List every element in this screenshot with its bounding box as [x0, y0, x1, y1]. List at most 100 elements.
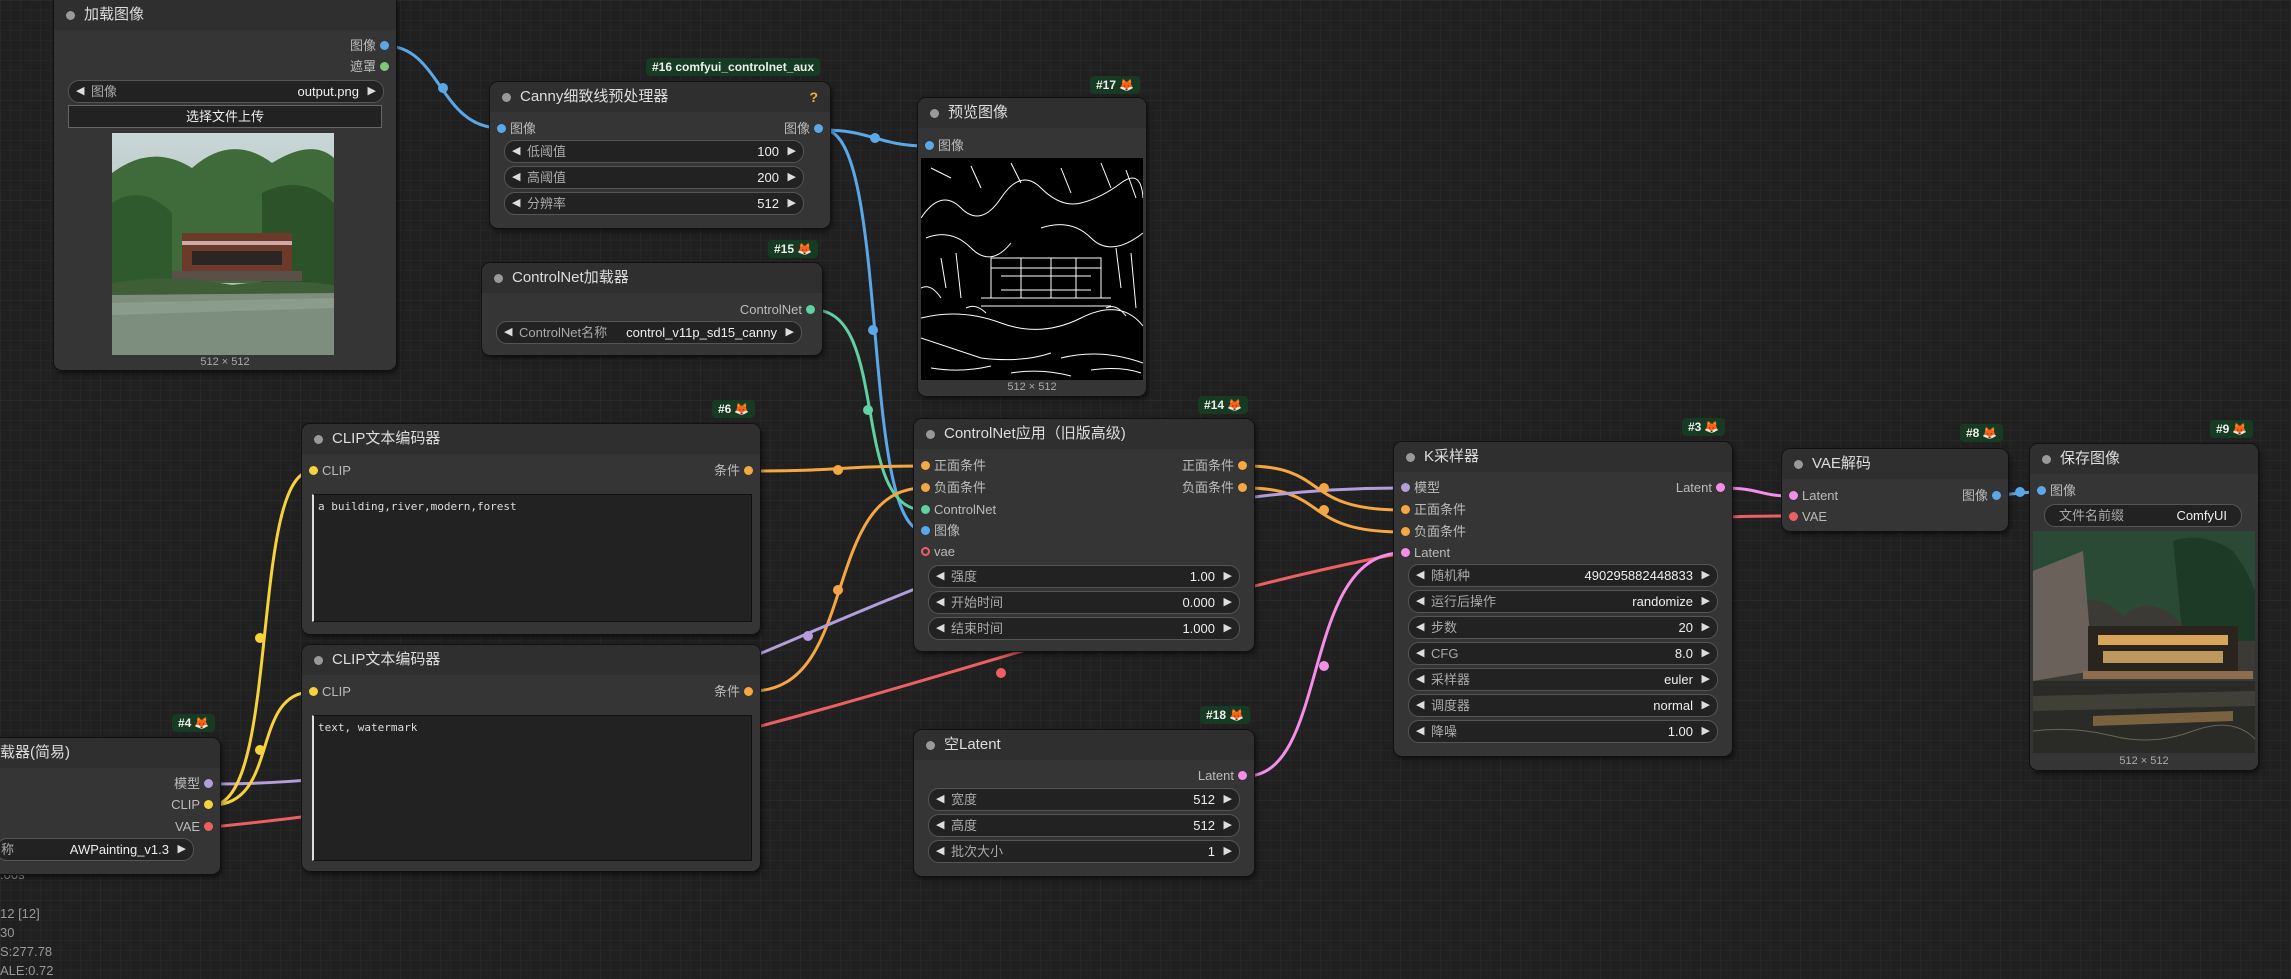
input-negative[interactable]: 负面条件 [914, 479, 986, 497]
socket-icon[interactable] [1716, 483, 1725, 492]
save-image-node[interactable]: 保存图像 图像 文件名前缀 ComfyUI 512 × 512 [2030, 444, 2258, 770]
socket-icon[interactable] [204, 779, 213, 788]
input-image[interactable]: 图像 [914, 522, 960, 540]
socket-icon[interactable] [814, 124, 823, 133]
arrow-left-icon[interactable]: ◀ [936, 618, 944, 639]
collapse-dot-icon[interactable] [314, 435, 323, 444]
node-title[interactable]: Canny细致线预处理器? [490, 82, 830, 112]
output-latent[interactable]: Latent [1198, 767, 1254, 785]
arrow-right-icon[interactable]: ▶ [1702, 617, 1710, 638]
arrow-left-icon[interactable]: ◀ [1416, 643, 1424, 664]
ksampler-node[interactable]: K采样器 模型 正面条件 负面条件 Latent Latent ◀ 随机种 4902… [1394, 442, 1732, 756]
start-percent-widget[interactable]: ◀ 开始时间 0.000 ▶ [928, 591, 1240, 614]
collapse-dot-icon[interactable] [494, 274, 503, 283]
seed-widget[interactable]: ◀ 随机种 490295882448833 ▶ [1408, 564, 1718, 587]
socket-icon[interactable] [1401, 548, 1410, 557]
socket-icon[interactable] [1238, 483, 1247, 492]
collapse-dot-icon[interactable] [66, 11, 75, 20]
arrow-left-icon[interactable]: ◀ [1416, 591, 1424, 612]
collapse-dot-icon[interactable] [930, 109, 939, 118]
arrow-right-icon[interactable]: ▶ [1702, 643, 1710, 664]
socket-icon[interactable] [204, 822, 213, 831]
socket-icon[interactable] [1789, 512, 1798, 521]
controlnet-name-widget[interactable]: ◀ ControlNet名称 control_v11p_sd15_canny ▶ [496, 321, 802, 344]
input-clip[interactable]: CLIP [302, 462, 351, 480]
batch-size-widget[interactable]: ◀ 批次大小 1 ▶ [928, 840, 1240, 863]
width-widget[interactable]: ◀ 宽度 512 ▶ [928, 788, 1240, 811]
output-latent[interactable]: Latent [1676, 479, 1732, 497]
clip-text-encoder-negative-node[interactable]: CLIP文本编码器 CLIP 条件 text, watermark [302, 645, 760, 871]
upload-button[interactable]: 选择文件上传 [68, 105, 382, 128]
image-select[interactable]: ◀ 图像 output.png ▶ [68, 80, 384, 103]
load-image-node[interactable]: 加载图像 图像 遮罩 ◀ 图像 output.png ▶ 选择文件上传 512 × 5… [54, 0, 396, 370]
node-title[interactable]: CLIP文本编码器 [302, 424, 760, 454]
output-clip[interactable]: CLIP [171, 796, 220, 814]
vae-decode-node[interactable]: VAE解码 Latent VAE 图像 [1782, 449, 2008, 531]
socket-icon[interactable] [380, 41, 389, 50]
arrow-right-icon[interactable]: ▶ [1224, 566, 1232, 587]
node-title[interactable]: K采样器 [1394, 442, 1732, 472]
canny-node[interactable]: Canny细致线预处理器? 图像 图像 ◀ 低阈值 100 ▶ ◀ 高阈值 200 ▶ ◀ 分… [490, 82, 830, 228]
checkpoint-loader-node[interactable]: 载器(简易) 模型 CLIP VAE 称 AWPainting_v1.3 ▶ [0, 738, 220, 874]
arrow-left-icon[interactable]: ◀ [936, 592, 944, 613]
control-after-generate-widget[interactable]: ◀ 运行后操作 randomize ▶ [1408, 590, 1718, 613]
height-widget[interactable]: ◀ 高度 512 ▶ [928, 814, 1240, 837]
socket-icon[interactable] [744, 466, 753, 475]
prompt-textarea[interactable]: text, watermark [312, 715, 752, 861]
socket-icon[interactable] [2037, 486, 2046, 495]
socket-icon[interactable] [744, 687, 753, 696]
arrow-right-icon[interactable]: ▶ [1224, 815, 1232, 836]
input-controlnet[interactable]: ControlNet [914, 501, 996, 519]
controlnet-loader-node[interactable]: ControlNet加载器 ControlNet ◀ ControlNet名称 co… [482, 263, 822, 355]
socket-icon[interactable] [497, 124, 506, 133]
socket-icon[interactable] [1992, 491, 2001, 500]
controlnet-apply-node[interactable]: ControlNet应用（旧版高级) 正面条件 负面条件 ControlNet … [914, 419, 1254, 651]
arrow-left-icon[interactable]: ◀ [936, 566, 944, 587]
clip-text-encoder-positive-node[interactable]: CLIP文本编码器 CLIP 条件 a building,river,moder… [302, 424, 760, 634]
cfg-widget[interactable]: ◀ CFG 8.0 ▶ [1408, 642, 1718, 665]
output-conditioning[interactable]: 条件 [714, 462, 760, 480]
node-title[interactable]: VAE解码 [1782, 449, 2008, 479]
socket-icon[interactable] [921, 505, 930, 514]
resolution-widget[interactable]: ◀ 分辨率 512 ▶ [504, 192, 804, 215]
output-image[interactable]: 图像 [1962, 487, 2008, 505]
arrow-left-icon[interactable]: ◀ [1416, 721, 1424, 742]
socket-icon[interactable] [921, 547, 930, 556]
socket-icon[interactable] [309, 687, 318, 696]
collapse-dot-icon[interactable] [1406, 453, 1415, 462]
socket-icon[interactable] [921, 461, 930, 470]
node-title[interactable]: 保存图像 [2030, 444, 2258, 474]
socket-icon[interactable] [204, 800, 213, 809]
arrow-right-icon[interactable]: ▶ [368, 81, 376, 102]
filename-prefix-widget[interactable]: 文件名前缀 ComfyUI [2044, 504, 2242, 527]
denoise-widget[interactable]: ◀ 降噪 1.00 ▶ [1408, 720, 1718, 743]
arrow-right-icon[interactable]: ▶ [788, 167, 796, 188]
sampler-widget[interactable]: ◀ 采样器 euler ▶ [1408, 668, 1718, 691]
arrow-right-icon[interactable]: ▶ [1224, 841, 1232, 862]
node-title[interactable]: CLIP文本编码器 [302, 645, 760, 675]
empty-latent-node[interactable]: 空Latent Latent ◀ 宽度 512 ▶ ◀ 高度 512 ▶ ◀ 批次大小 1 ▶ [914, 730, 1254, 876]
collapse-dot-icon[interactable] [926, 430, 935, 439]
output-image[interactable]: 图像 [350, 37, 396, 55]
arrow-left-icon[interactable]: ◀ [1416, 695, 1424, 716]
socket-icon[interactable] [806, 305, 815, 314]
arrow-left-icon[interactable]: ◀ [76, 81, 84, 102]
socket-icon[interactable] [921, 483, 930, 492]
preview-image-node[interactable]: 预览图像 图像 512 × 512 [918, 98, 1146, 396]
strength-widget[interactable]: ◀ 强度 1.00 ▶ [928, 565, 1240, 588]
output-negative[interactable]: 负面条件 [1182, 479, 1254, 497]
prompt-textarea[interactable]: a building,river,modern,forest [312, 494, 752, 622]
socket-icon[interactable] [1238, 461, 1247, 470]
output-vae[interactable]: VAE [175, 818, 220, 836]
input-image[interactable]: 图像 [490, 120, 536, 138]
socket-icon[interactable] [309, 466, 318, 475]
collapse-dot-icon[interactable] [1794, 460, 1803, 469]
input-image[interactable]: 图像 [918, 137, 964, 155]
collapse-dot-icon[interactable] [2042, 455, 2051, 464]
arrow-left-icon[interactable]: ◀ [936, 789, 944, 810]
arrow-left-icon[interactable]: ◀ [936, 841, 944, 862]
arrow-right-icon[interactable]: ▶ [1702, 669, 1710, 690]
help-icon[interactable]: ? [809, 82, 818, 112]
socket-icon[interactable] [921, 526, 930, 535]
socket-icon[interactable] [1401, 527, 1410, 536]
